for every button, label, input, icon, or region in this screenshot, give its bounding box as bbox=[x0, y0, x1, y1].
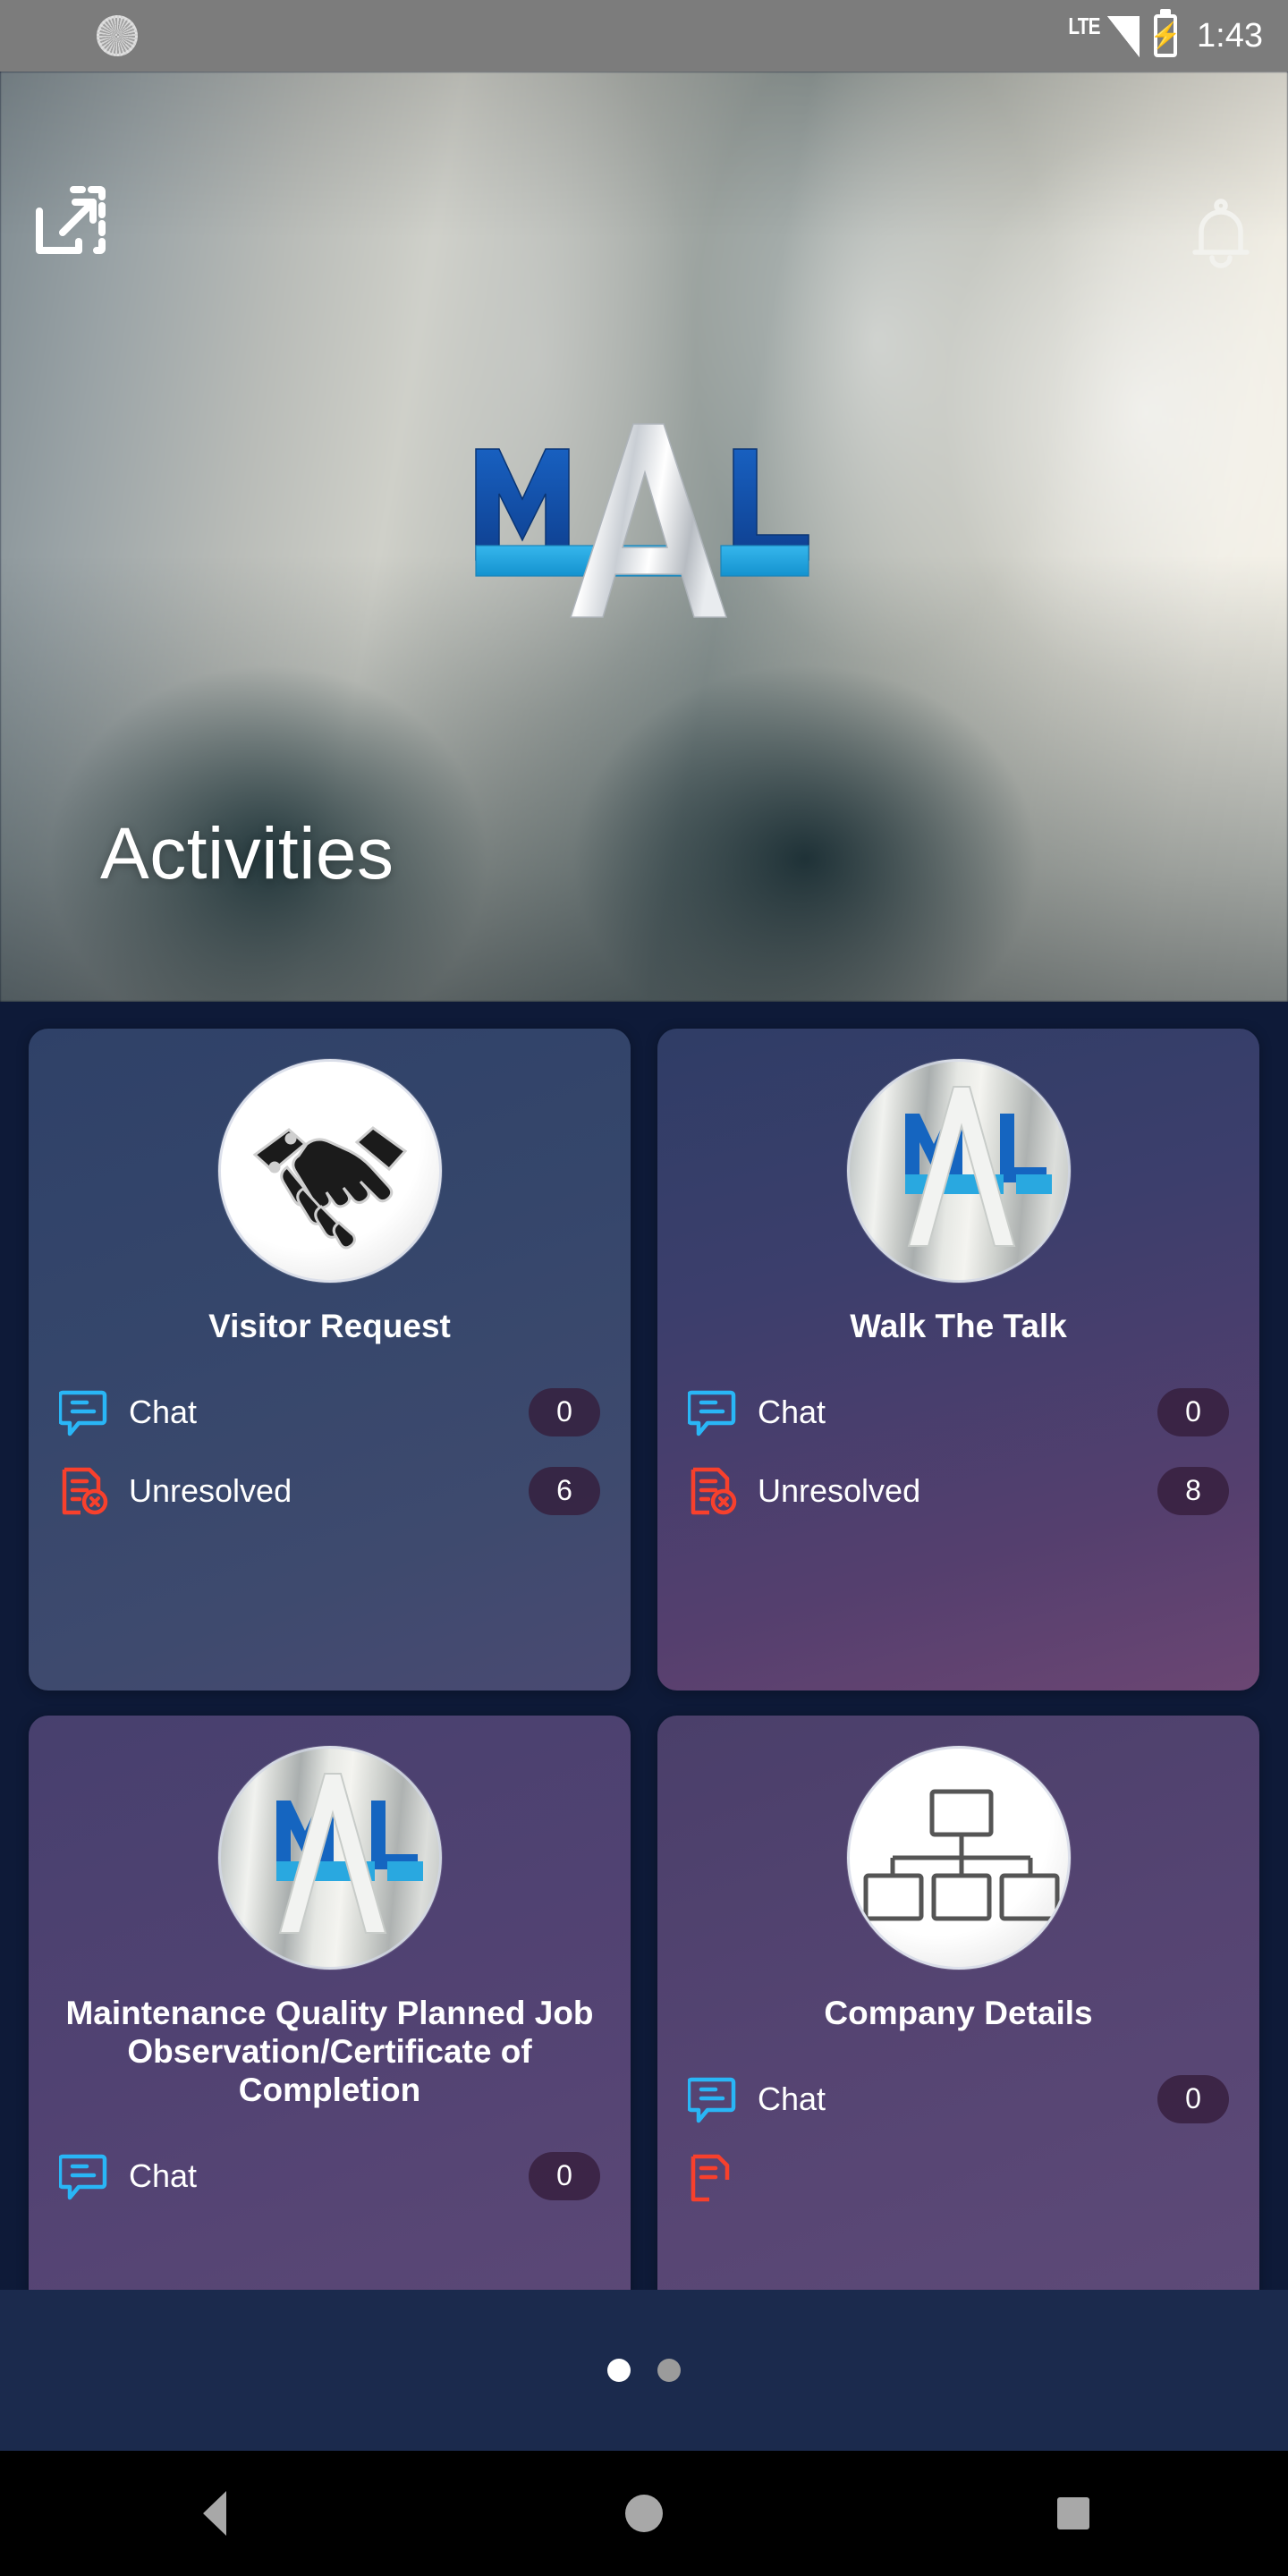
stat-badge: 6 bbox=[529, 1466, 600, 1515]
card-title: Visitor Request bbox=[208, 1308, 451, 1344]
status-bar: LTE ⚡ 1:43 bbox=[0, 0, 1288, 72]
page-title: Activities bbox=[100, 813, 394, 894]
status-bar-clock: 1:43 bbox=[1197, 16, 1263, 55]
pagination-dot-1[interactable] bbox=[607, 2359, 631, 2382]
org-chart-icon bbox=[846, 1746, 1071, 1970]
chat-bubble-icon bbox=[686, 2074, 738, 2124]
stat-row-unresolved[interactable]: Unresolved 8 bbox=[684, 1452, 1233, 1530]
card-title: Company Details bbox=[824, 1995, 1093, 2031]
status-bar-right: LTE ⚡ 1:43 bbox=[1064, 14, 1263, 57]
activities-grid: Visitor Request Chat 0 Unresolved 6 Walk… bbox=[29, 1029, 1259, 2290]
phone-screen: LTE ⚡ 1:43 Activities Visitor Request Ch… bbox=[0, 0, 1288, 2576]
back-button[interactable] bbox=[161, 2451, 268, 2576]
network-indicator: LTE bbox=[1064, 14, 1140, 57]
stat-badge: 0 bbox=[529, 1387, 600, 1436]
pagination-dots bbox=[0, 2290, 1288, 2451]
unresolved-document-icon bbox=[688, 1466, 738, 1516]
stat-badge: 8 bbox=[1157, 1466, 1229, 1515]
pagination-dot-2[interactable] bbox=[657, 2359, 681, 2382]
mal-logo-icon bbox=[846, 1059, 1071, 1283]
unresolved-document-icon bbox=[688, 2153, 738, 2203]
battery-charging-icon: ⚡ bbox=[1150, 14, 1181, 57]
stat-label: Chat bbox=[129, 1393, 198, 1430]
card-title: Maintenance Quality Planned Job Observat… bbox=[65, 1995, 594, 2108]
stat-row-chat[interactable]: Chat 0 bbox=[684, 1373, 1233, 1452]
signal-bars-icon bbox=[1107, 16, 1140, 57]
stat-row-unresolved-partial[interactable] bbox=[684, 2139, 1233, 2217]
activity-card-walk-the-talk[interactable]: Walk The Talk Chat 0 Unresolved 8 bbox=[657, 1029, 1259, 1690]
activities-grid-container: Visitor Request Chat 0 Unresolved 6 Walk… bbox=[0, 1002, 1288, 2290]
unresolved-document-icon bbox=[59, 1466, 109, 1516]
hero-header: Activities bbox=[0, 72, 1288, 1002]
network-type-label: LTE bbox=[1068, 13, 1100, 39]
chat-bubble-icon bbox=[57, 1387, 109, 1437]
chat-bubble-icon bbox=[686, 1387, 738, 1437]
activity-card-maintenance-quality[interactable]: Maintenance Quality Planned Job Observat… bbox=[29, 1716, 631, 2290]
stat-row-chat[interactable]: Chat 0 bbox=[55, 1373, 604, 1452]
activity-card-company-details[interactable]: Company Details Chat 0 bbox=[657, 1716, 1259, 2290]
stat-label: Unresolved bbox=[129, 1471, 292, 1509]
expand-screen-icon[interactable] bbox=[27, 177, 113, 263]
bolt-glyph: ⚡ bbox=[1149, 21, 1182, 49]
status-bar-left bbox=[97, 15, 138, 56]
card-title: Walk The Talk bbox=[850, 1308, 1067, 1344]
stat-label: Chat bbox=[129, 2157, 198, 2194]
stat-label: Chat bbox=[758, 1393, 826, 1430]
stat-row-unresolved[interactable]: Unresolved 6 bbox=[55, 1452, 604, 1530]
stat-label: Unresolved bbox=[758, 1471, 921, 1509]
chat-bubble-icon bbox=[57, 2151, 109, 2201]
brightness-sun-icon bbox=[97, 15, 138, 56]
activity-card-visitor-request[interactable]: Visitor Request Chat 0 Unresolved 6 bbox=[29, 1029, 631, 1690]
stat-row-chat[interactable]: Chat 0 bbox=[684, 2060, 1233, 2139]
stat-row-chat[interactable]: Chat 0 bbox=[55, 2137, 604, 2216]
bell-icon[interactable] bbox=[1190, 195, 1252, 272]
home-button[interactable] bbox=[590, 2451, 698, 2576]
recents-button[interactable] bbox=[1020, 2451, 1127, 2576]
handshake-icon bbox=[217, 1059, 442, 1283]
stat-badge: 0 bbox=[1157, 1387, 1229, 1436]
mal-logo-icon bbox=[217, 1746, 442, 1970]
android-navigation-bar bbox=[0, 2451, 1288, 2576]
mal-logo bbox=[465, 411, 823, 626]
stat-badge: 0 bbox=[529, 2151, 600, 2200]
stat-label: Chat bbox=[758, 2080, 826, 2117]
stat-badge: 0 bbox=[1157, 2074, 1229, 2123]
